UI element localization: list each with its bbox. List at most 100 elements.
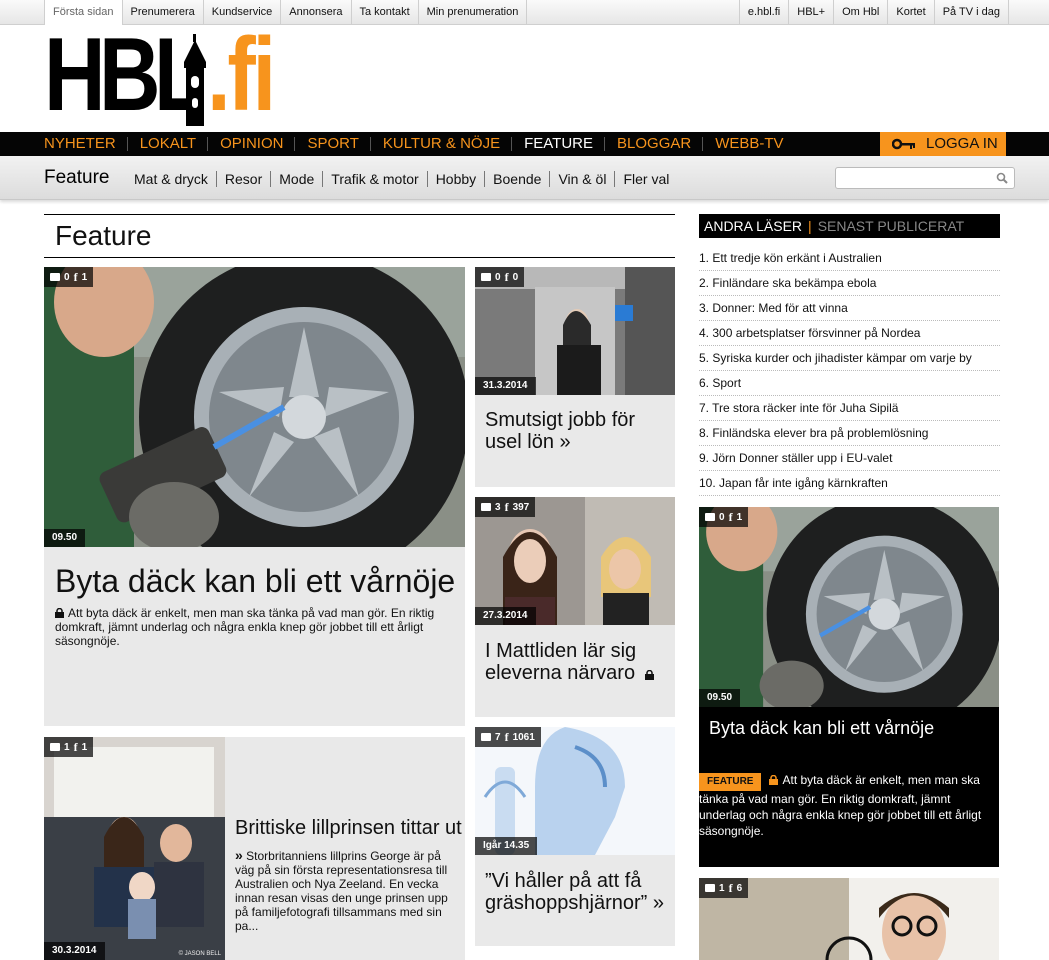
royal-family-photo	[44, 737, 225, 960]
article-lillprinsen-lead: » Storbritanniens lillprins George är på…	[235, 848, 455, 933]
list-item[interactable]: 6. Sport	[699, 371, 1000, 396]
tire-photo	[44, 267, 465, 547]
article-main-title[interactable]: Byta däck kan bli ett vårnöje	[55, 563, 465, 600]
site-logo[interactable]: HBL .fi	[44, 17, 276, 133]
facebook-count: 0	[512, 271, 519, 283]
list-item[interactable]: 7. Tre stora räcker inte för Juha Sipilä	[699, 396, 1000, 421]
article-mattliden-image[interactable]: 3 f 397 27.3.2014	[475, 497, 675, 625]
facebook-icon: f	[728, 509, 733, 524]
top-link-kortet[interactable]: Kortet	[888, 0, 935, 25]
list-item[interactable]: 4. 300 arbetsplatser försvinner på Norde…	[699, 321, 1000, 346]
list-item[interactable]: 1. Ett tredje kön erkänt i Australien	[699, 246, 1000, 271]
comment-icon	[705, 513, 715, 521]
tab-divider: |	[808, 218, 812, 234]
comment-count: 7	[495, 731, 501, 743]
article-grashoppshjarnor[interactable]: 7 f 1061 Igår 14.35 ”Vi håller på att få …	[475, 727, 675, 946]
top-link-ta-kontakt[interactable]: Ta kontakt	[352, 0, 419, 25]
list-item[interactable]: 9. Jörn Donner ställer upp i EU-valet	[699, 446, 1000, 471]
login-button[interactable]: LOGGA IN	[880, 132, 1006, 156]
logo-suffix: .fi	[207, 17, 276, 133]
subnav-mode[interactable]: Mode	[271, 171, 324, 187]
sidebar-card-2-image[interactable]: 1 f6	[699, 878, 999, 960]
sidebar-feature-image[interactable]: 0 f1 09.50	[699, 507, 999, 707]
article-smutsigt-title[interactable]: Smutsigt jobb för usel lön »	[485, 409, 670, 453]
sidebar-tabs: ANDRA LÄSER | SENAST PUBLICERAT	[699, 214, 1000, 238]
top-link-ehbl[interactable]: e.hbl.fi	[738, 0, 790, 25]
subnav-boende[interactable]: Boende	[485, 171, 551, 187]
facebook-icon: f	[728, 880, 733, 895]
nav-nyheter[interactable]: NYHETER	[44, 132, 128, 156]
article-lillprinsen[interactable]: 1 f1 30.3.2014 © JASON BELL Brittiske li…	[44, 737, 465, 960]
nav-kultur[interactable]: KULTUR & NÖJE	[383, 132, 513, 156]
list-item[interactable]: 10. Japan får inte igång kärnkraften	[699, 471, 1000, 496]
facebook-icon: f	[73, 269, 78, 284]
most-read-list: 1. Ett tredje kön erkänt i Australien 2.…	[699, 246, 1000, 496]
nav-feature[interactable]: FEATURE	[524, 132, 605, 156]
top-link-om-hbl[interactable]: Om Hbl	[834, 0, 889, 25]
tab-andra-laser[interactable]: ANDRA LÄSER	[704, 218, 802, 234]
top-link-pa-tv[interactable]: På TV i dag	[935, 0, 1009, 25]
article-date: Igår 14.35	[475, 837, 538, 855]
lock-icon	[769, 775, 779, 785]
article-grashoppshjarnor-image[interactable]: 7 f 1061 Igår 14.35	[475, 727, 675, 855]
main-social-badges: 0 f1	[44, 267, 94, 287]
comment-count: 0	[495, 271, 501, 283]
article-smutsigt[interactable]: 0 f0 31.3.2014 Smutsigt jobb för usel lö…	[475, 267, 675, 487]
article-date: 27.3.2014	[475, 607, 536, 625]
list-item[interactable]: 8. Finländska elever bra på problemlösni…	[699, 421, 1000, 446]
subnav-hobby[interactable]: Hobby	[428, 171, 486, 187]
article-grashoppshjarnor-title[interactable]: ”Vi håller på att få gräshoppshjärnor” »	[485, 870, 670, 914]
tab-senast-publicerat[interactable]: SENAST PUBLICERAT	[818, 218, 965, 234]
sidebar-card-title[interactable]: Byta däck kan bli ett vårnöje	[709, 718, 934, 739]
facebook-count: 6	[736, 882, 743, 894]
nav-bloggar[interactable]: BLOGGAR	[617, 132, 704, 156]
tire-photo	[699, 507, 999, 707]
top-link-hblplus[interactable]: HBL+	[789, 0, 835, 25]
facebook-icon: f	[504, 729, 509, 744]
nav-lokalt[interactable]: LOKALT	[140, 132, 209, 156]
search-input[interactable]	[835, 167, 1015, 189]
subnav-mat-dryck[interactable]: Mat & dryck	[134, 171, 217, 187]
article-lillprinsen-image[interactable]: 1 f1 30.3.2014 © JASON BELL	[44, 737, 225, 960]
sidebar-card-2[interactable]: 1 f6	[699, 878, 999, 960]
comment-count: 1	[719, 882, 725, 894]
a2-social-badges: 0 f0	[475, 267, 525, 287]
article-date: 30.3.2014	[44, 942, 105, 960]
article-lillprinsen-title[interactable]: Brittiske lillprinsen tittar ut	[235, 817, 462, 840]
comment-count: 3	[495, 501, 501, 513]
search-icon[interactable]	[996, 172, 1008, 184]
article-main[interactable]: 0 f1 09.50 Byta däck kan bli ett vårnöje…	[44, 267, 465, 726]
list-item[interactable]: 2. Finländare ska bekämpa ebola	[699, 271, 1000, 296]
article-main-image[interactable]: 0 f1 09.50	[44, 267, 465, 547]
sidebar-card-badges: 0 f1	[699, 507, 749, 527]
nav-opinion[interactable]: OPINION	[220, 132, 296, 156]
facebook-count: 397	[512, 501, 530, 513]
sidebar-card-lead: FEATURE Att byta däck är enkelt, men man …	[699, 772, 989, 839]
arrow-icon: »	[235, 847, 243, 863]
comment-count: 0	[64, 271, 70, 283]
list-item[interactable]: 3. Donner: Med för att vinna	[699, 296, 1000, 321]
comment-count: 1	[64, 741, 70, 753]
article-main-lead: Att byta däck är enkelt, men man ska tän…	[55, 606, 455, 648]
sidebar-feature-card[interactable]: 0 f1 09.50 Byta däck kan bli ett vårnöje…	[699, 507, 999, 867]
subnav-resor[interactable]: Resor	[217, 171, 272, 187]
facebook-icon: f	[504, 269, 509, 284]
top-link-min-prenumeration[interactable]: Min prenumeration	[419, 0, 528, 25]
subnav-vin-ol[interactable]: Vin & öl	[550, 171, 616, 187]
list-item[interactable]: 5. Syriska kurder och jihadister kämpar …	[699, 346, 1000, 371]
article-mattliden[interactable]: 3 f 397 27.3.2014 I Mattliden lär sig ele…	[475, 497, 675, 717]
nav-sport[interactable]: SPORT	[307, 132, 372, 156]
comment-count: 0	[719, 511, 725, 523]
top-link-annonsera[interactable]: Annonsera	[281, 0, 352, 25]
article-smutsigt-image[interactable]: 0 f0 31.3.2014	[475, 267, 675, 395]
article-date: 31.3.2014	[475, 377, 536, 395]
a5-social-badges: 7 f 1061	[475, 727, 541, 747]
sidebar-card-2-badges: 1 f6	[699, 878, 749, 898]
lead-text: Storbritanniens lillprins George är på v…	[235, 849, 448, 933]
nav-webb-tv[interactable]: WEBB-TV	[715, 132, 795, 156]
main-navigation: NYHETER LOKALT OPINION SPORT KULTUR & NÖ…	[0, 132, 1049, 156]
subnav-fler-val[interactable]: Fler val	[615, 171, 677, 187]
article-mattliden-title[interactable]: I Mattliden lär sig eleverna närvaro	[485, 640, 670, 684]
lock-icon	[644, 670, 654, 680]
subnav-trafik-motor[interactable]: Trafik & motor	[323, 171, 428, 187]
